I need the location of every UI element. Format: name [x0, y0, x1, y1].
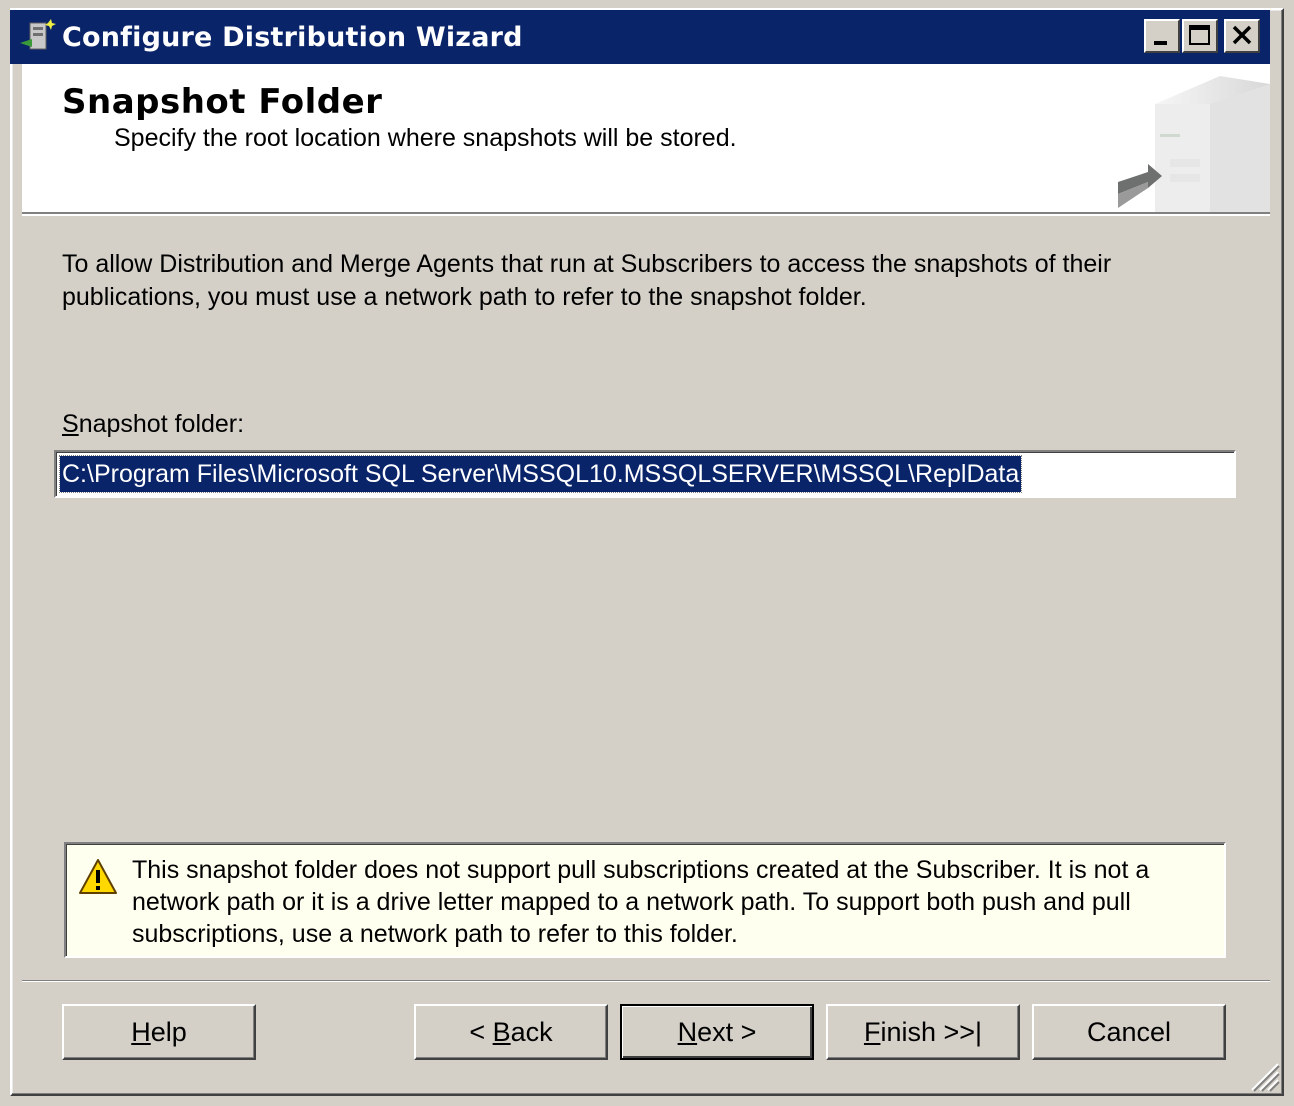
server-illustration-icon	[1118, 76, 1270, 212]
finish-button[interactable]: Finish >>|	[826, 1004, 1020, 1060]
page-subtitle: Specify the root location where snapshot…	[114, 124, 737, 152]
next-button[interactable]: Next >	[620, 1004, 814, 1060]
back-button[interactable]: < Back	[414, 1004, 608, 1060]
label-hotkey: S	[62, 410, 79, 438]
window-title: Configure Distribution Wizard	[62, 21, 523, 53]
minimize-button[interactable]	[1144, 19, 1180, 53]
help-rest: elp	[150, 1016, 187, 1047]
warning-icon	[79, 859, 117, 894]
label-rest: napshot folder:	[78, 410, 245, 438]
button-separator	[22, 980, 1270, 982]
title-bar[interactable]: Configure Distribution Wizard	[10, 10, 1270, 64]
cancel-label: Cancel	[1086, 1016, 1172, 1047]
wizard-app-icon	[18, 17, 58, 57]
wizard-header: Snapshot Folder Specify the root locatio…	[22, 64, 1270, 214]
next-hotkey: N	[677, 1016, 698, 1047]
page-title: Snapshot Folder	[62, 82, 383, 122]
finish-hotkey: F	[863, 1016, 881, 1047]
back-pre: <	[469, 1016, 493, 1047]
next-rest: ext >	[697, 1016, 757, 1047]
snapshot-folder-value[interactable]: C:\Program Files\Microsoft SQL Server\MS…	[58, 455, 1023, 493]
finish-rest: inish >>|	[880, 1016, 983, 1047]
maximize-icon	[1189, 25, 1210, 45]
help-hotkey: H	[131, 1016, 151, 1047]
resize-grip-icon[interactable]	[1246, 1058, 1280, 1092]
close-button[interactable]	[1224, 19, 1260, 53]
back-rest: ack	[510, 1016, 553, 1047]
warning-box: This snapshot folder does not support pu…	[64, 842, 1226, 958]
cancel-button[interactable]: Cancel	[1032, 1004, 1226, 1060]
intro-text: To allow Distribution and Merge Agents t…	[62, 250, 1112, 311]
snapshot-folder-input[interactable]: C:\Program Files\Microsoft SQL Server\MS…	[54, 450, 1236, 498]
snapshot-folder-label: Snapshot folder:	[62, 410, 244, 439]
minimize-icon	[1154, 41, 1167, 45]
help-button[interactable]: Help	[62, 1004, 256, 1060]
back-hotkey: B	[492, 1016, 511, 1047]
close-icon	[1232, 25, 1252, 45]
title-buttons	[1142, 19, 1260, 53]
maximize-button[interactable]	[1182, 19, 1218, 53]
warning-text: This snapshot folder does not support pu…	[132, 856, 1150, 948]
